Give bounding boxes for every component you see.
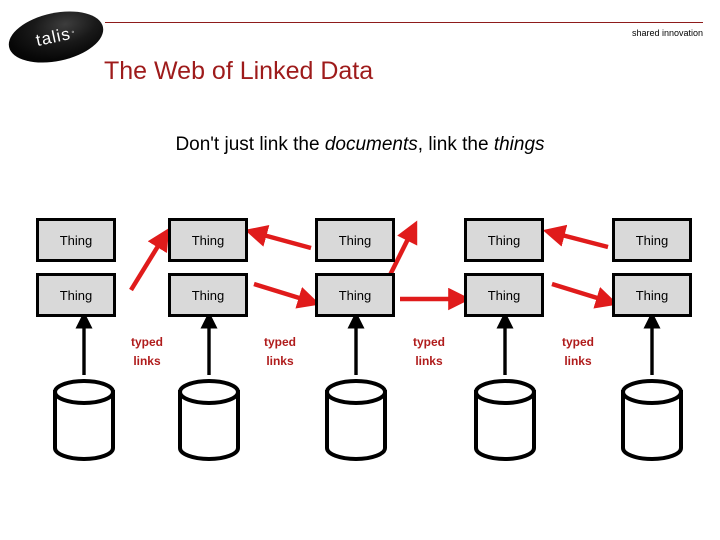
thing-box[interactable]: Thing <box>464 273 544 317</box>
thing-box[interactable]: Thing <box>464 218 544 262</box>
thing-box-label: Thing <box>635 232 669 248</box>
thing-box[interactable]: Thing <box>36 218 116 262</box>
linked-data-diagram: Thing Thing Thing Thing Thing Thing Thin… <box>0 0 720 540</box>
red-arrow-c1-bottom-to-c2-top <box>129 228 170 292</box>
thing-box[interactable]: Thing <box>168 273 248 317</box>
thing-box-label: Thing <box>59 287 93 303</box>
typed-links-line-2: links <box>133 354 161 368</box>
red-arrow-c4-bottom-to-c5-bottom <box>551 281 619 309</box>
thing-box[interactable]: Thing <box>315 273 395 317</box>
database-cylinder-icon <box>53 379 115 461</box>
thing-box-label: Thing <box>338 287 372 303</box>
typed-links-line-2: links <box>415 354 443 368</box>
database-cylinder-icon <box>325 379 387 461</box>
typed-links-label: typed links <box>110 333 184 371</box>
thing-box-label: Thing <box>487 232 521 248</box>
thing-box-label: Thing <box>487 287 521 303</box>
red-arrow-c3-top-to-c2-top <box>244 224 312 251</box>
typed-links-line-1: typed <box>561 335 594 349</box>
thing-box-label: Thing <box>191 232 225 248</box>
database-cylinder-icon <box>474 379 536 461</box>
typed-links-label: typed links <box>243 333 317 371</box>
typed-links-line-1: typed <box>263 335 296 349</box>
thing-box-label: Thing <box>338 232 372 248</box>
red-arrow-c5-top-to-c4-top <box>542 224 609 250</box>
typed-links-label: typed links <box>541 333 615 371</box>
thing-box-label: Thing <box>59 232 93 248</box>
thing-box-label: Thing <box>191 287 225 303</box>
typed-links-line-2: links <box>266 354 294 368</box>
thing-box[interactable]: Thing <box>612 218 692 262</box>
typed-links-line-2: links <box>564 354 592 368</box>
thing-box[interactable]: Thing <box>315 218 395 262</box>
thing-box[interactable]: Thing <box>36 273 116 317</box>
typed-links-line-1: typed <box>130 335 163 349</box>
thing-box[interactable]: Thing <box>168 218 248 262</box>
thing-box-label: Thing <box>635 287 669 303</box>
thing-box[interactable]: Thing <box>612 273 692 317</box>
red-arrow-c2-bottom-to-c3-bottom <box>253 281 321 309</box>
database-cylinders <box>53 379 683 461</box>
diagram-vector-layer <box>53 220 683 461</box>
database-cylinder-icon <box>621 379 683 461</box>
typed-links-label: typed links <box>392 333 466 371</box>
typed-links-line-1: typed <box>412 335 445 349</box>
database-cylinder-icon <box>178 379 240 461</box>
